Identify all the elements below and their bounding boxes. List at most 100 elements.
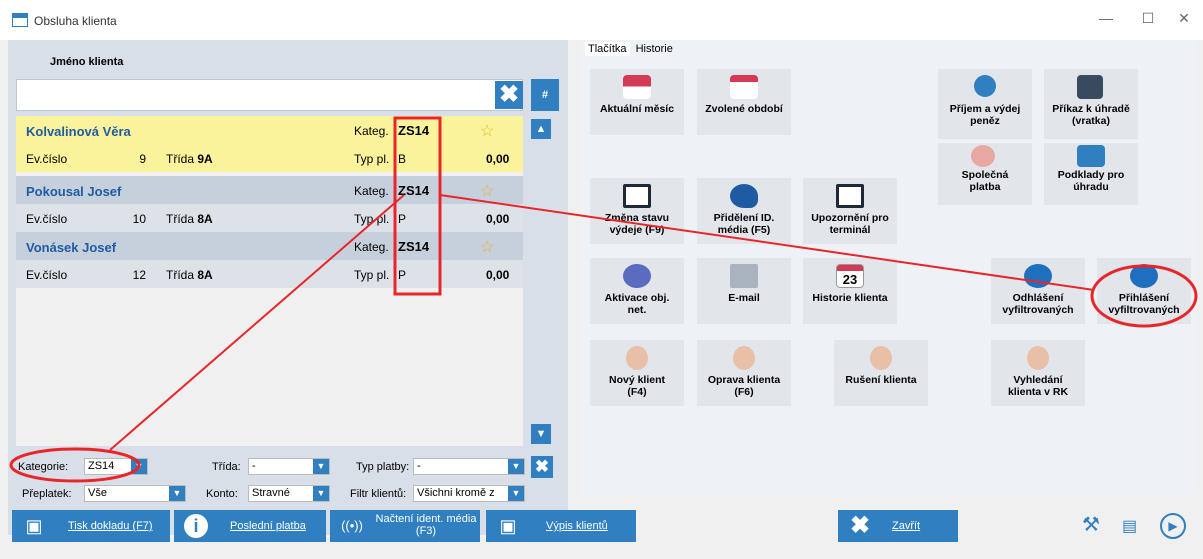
client-record-line1: Kolvalinová Věra Kateg. ZS14 ☆ bbox=[16, 116, 523, 144]
ev-number: 12 bbox=[132, 268, 146, 282]
close-window-button[interactable]: ✕ bbox=[1174, 10, 1194, 27]
ruseni-klienta-button[interactable]: Rušení klienta bbox=[834, 340, 928, 406]
prideleni-id-media-button[interactable]: Přidělení ID. média (F5) bbox=[697, 178, 791, 244]
upozorneni-pro-terminal-button[interactable]: Upozornění pro terminál bbox=[803, 178, 897, 244]
client-name-input[interactable] bbox=[16, 79, 523, 111]
category-label: Kateg. bbox=[354, 124, 389, 138]
calendar-icon bbox=[623, 75, 651, 99]
minimize-button[interactable]: — bbox=[1096, 10, 1116, 26]
vypis-klientu-button[interactable]: ▣ Výpis klientů bbox=[486, 510, 636, 542]
vyhledani-klienta-button[interactable]: Vyhledání klienta v RK bbox=[991, 340, 1085, 406]
preplatek-select[interactable]: Vše ▼ bbox=[84, 485, 186, 502]
tools-icon[interactable]: ⚒ bbox=[1082, 512, 1100, 537]
client-record-line2: Ev.číslo 9 Třída 9A Typ pl. B 0,00 bbox=[16, 144, 523, 172]
konto-label: Konto: bbox=[206, 488, 238, 500]
info-icon: i bbox=[184, 514, 208, 538]
payment-type-label: Typ pl. bbox=[354, 268, 390, 282]
kategorie-select[interactable]: ZS14 ▼ bbox=[84, 458, 148, 475]
payment-type-label: Typ pl. bbox=[354, 152, 390, 166]
class-label: Třída 8A bbox=[166, 268, 213, 282]
client-record-line1: Pokousal Josef Kateg. ZS14 ☆ bbox=[16, 176, 523, 204]
star-icon[interactable]: ☆ bbox=[480, 181, 494, 201]
chevron-down-icon: ▼ bbox=[313, 459, 329, 474]
payment-type-value: P bbox=[398, 268, 407, 282]
class-value: 8A bbox=[197, 212, 213, 226]
client-record[interactable]: Pokousal Josef Kateg. ZS14 ☆ Ev.číslo 10… bbox=[16, 176, 523, 232]
class-value: 8A bbox=[197, 268, 213, 282]
hash-button[interactable]: # bbox=[531, 79, 559, 111]
star-icon[interactable]: ☆ bbox=[480, 237, 494, 257]
tab-historie[interactable]: Historie bbox=[633, 42, 676, 56]
window-title: Obsluha klienta bbox=[34, 14, 117, 28]
ev-label: Ev.číslo bbox=[26, 152, 68, 166]
clear-search-button[interactable]: ✖ bbox=[495, 81, 523, 109]
category-value: ZS14 bbox=[398, 239, 430, 254]
app-icon bbox=[12, 13, 28, 27]
user-search-icon bbox=[1027, 346, 1049, 370]
rfid-icon: ((•)) bbox=[341, 518, 363, 533]
client-name: Kolvalinová Věra bbox=[26, 124, 131, 139]
book-icon[interactable]: ▤ bbox=[1122, 516, 1137, 536]
typ-platby-label: Typ platby: bbox=[356, 461, 410, 473]
prijem-vydej-button[interactable]: Příjem a výdej peněz bbox=[938, 69, 1032, 139]
novy-klient-button[interactable]: Nový klient (F4) bbox=[590, 340, 684, 406]
balance-amount: 0,00 bbox=[486, 212, 510, 226]
screen-arrow-icon bbox=[623, 184, 651, 208]
trida-select[interactable]: - ▼ bbox=[248, 458, 330, 475]
clear-filters-button[interactable]: ✖ bbox=[531, 456, 553, 478]
scroll-down-button[interactable]: ▼ bbox=[531, 424, 551, 444]
spolecna-platba-button[interactable]: Společná platba bbox=[938, 143, 1032, 205]
category-label: Kateg. bbox=[354, 184, 389, 198]
aktivace-obj-net-button[interactable]: Aktivace obj. net. bbox=[590, 258, 684, 324]
printer-icon: ▣ bbox=[499, 516, 517, 536]
typ-platby-select[interactable]: - ▼ bbox=[413, 458, 525, 475]
client-record[interactable]: Kolvalinová Věra Kateg. ZS14 ☆ Ev.číslo … bbox=[16, 116, 523, 172]
client-name: Vonásek Josef bbox=[26, 240, 117, 255]
nacteni-ident-media-button[interactable]: ((•)) Načtení ident. média (F3) bbox=[330, 510, 480, 542]
maximize-button[interactable]: ☐ bbox=[1138, 10, 1158, 27]
konto-select[interactable]: Stravné ▼ bbox=[248, 485, 330, 502]
aktualni-mesic-button[interactable]: Aktuální měsíc bbox=[590, 69, 684, 135]
posledni-platba-button[interactable]: i Poslední platba bbox=[174, 510, 326, 542]
users-add-icon bbox=[971, 145, 995, 167]
tab-bar: Tlačítka Historie bbox=[585, 42, 676, 56]
title-bar bbox=[0, 0, 1203, 40]
tisk-dokladu-button[interactable]: ▣ Tisk dokladu (F7) bbox=[12, 510, 170, 542]
class-label: Třída 8A bbox=[166, 212, 213, 226]
star-icon[interactable]: ☆ bbox=[480, 121, 494, 141]
terminal-settings-icon bbox=[836, 184, 864, 208]
ev-number: 10 bbox=[132, 212, 146, 226]
oprava-klienta-button[interactable]: Oprava klienta (F6) bbox=[697, 340, 791, 406]
class-value: 9A bbox=[197, 152, 213, 166]
category-value: ZS14 bbox=[398, 183, 430, 198]
ev-label: Ev.číslo bbox=[26, 212, 68, 226]
coin-hand-icon bbox=[974, 75, 996, 97]
group-logout-icon bbox=[1024, 264, 1052, 288]
tag-pen-icon bbox=[730, 184, 758, 208]
play-icon[interactable]: ▶ bbox=[1160, 513, 1186, 539]
client-record-line2: Ev.číslo 10 Třída 8A Typ pl. P 0,00 bbox=[16, 204, 523, 232]
document-money-icon bbox=[1077, 145, 1105, 167]
filtr-klientu-select[interactable]: Všichni kromě z ▼ bbox=[413, 485, 525, 502]
calendar-day-icon: 23 bbox=[836, 264, 864, 288]
zvolene-obdobi-button[interactable]: Zvolené období bbox=[697, 69, 791, 135]
email-icon bbox=[730, 264, 758, 288]
odhlaseni-vyfiltrovanych-button[interactable]: Odhlášení vyfiltrovaných bbox=[991, 258, 1085, 324]
historie-klienta-button[interactable]: 23 Historie klienta bbox=[803, 258, 897, 324]
podklady-pro-uhradu-button[interactable]: Podklady pro úhradu bbox=[1044, 143, 1138, 205]
client-record[interactable]: Vonásek Josef Kateg. ZS14 ☆ Ev.číslo 12 … bbox=[16, 232, 523, 288]
prihlaseni-vyfiltrovanych-button[interactable]: Přihlášení vyfiltrovaných bbox=[1097, 258, 1191, 324]
balance-amount: 0,00 bbox=[486, 268, 510, 282]
tab-tlacitka[interactable]: Tlačítka bbox=[585, 42, 630, 56]
close-icon: ✖ bbox=[534, 457, 550, 476]
zavrit-button[interactable]: ✖ Zavřít bbox=[838, 510, 958, 542]
zmena-stavu-vydeje-button[interactable]: Změna stavu výdeje (F9) bbox=[590, 178, 684, 244]
prikaz-k-uhrade-button[interactable]: Příkaz k úhradě (vratka) bbox=[1044, 69, 1138, 139]
group-login-icon bbox=[1130, 264, 1158, 288]
email-button[interactable]: E-mail bbox=[697, 258, 791, 324]
class-label: Třída 9A bbox=[166, 152, 213, 166]
preplatek-label: Přeplatek: bbox=[22, 488, 72, 500]
payment-type-value: P bbox=[398, 212, 407, 226]
scroll-up-button[interactable]: ▲ bbox=[531, 119, 551, 139]
printer-icon: ▣ bbox=[25, 516, 43, 536]
